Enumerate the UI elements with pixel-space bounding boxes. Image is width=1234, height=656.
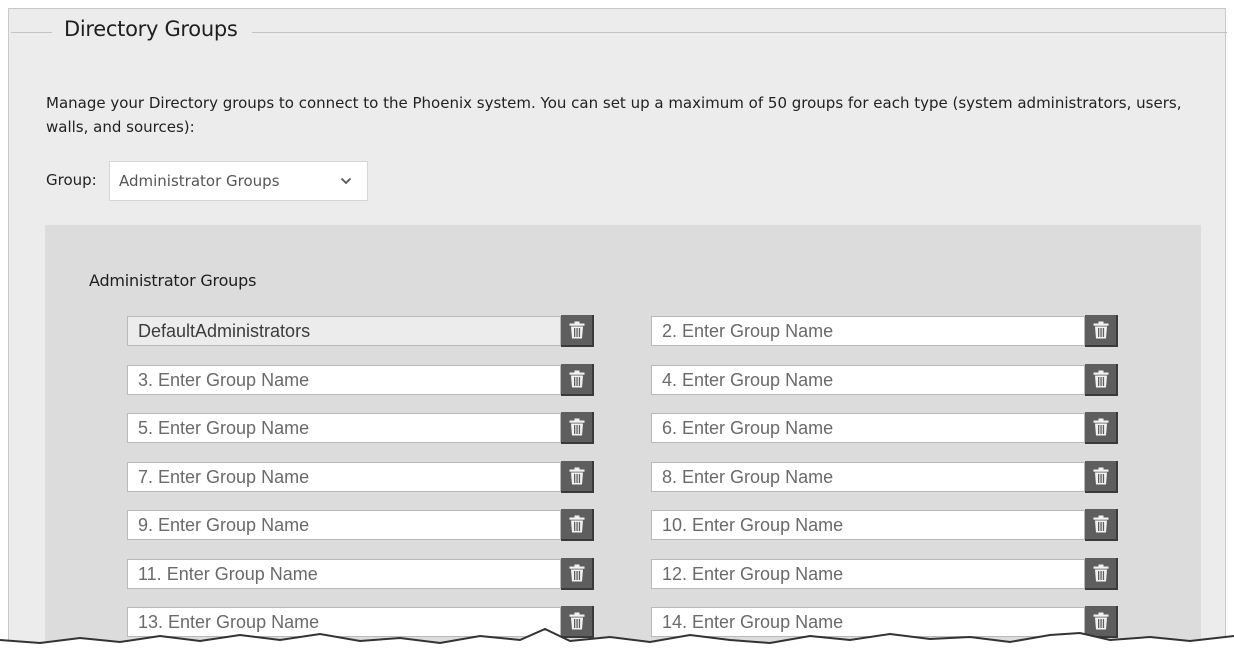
delete-group-button[interactable] (561, 412, 594, 444)
panel-title: Administrator Groups (89, 271, 257, 290)
group-name-placeholder: 8. Enter Group Name (662, 466, 834, 487)
trash-icon (569, 418, 584, 436)
group-select[interactable]: Administrator Groups (109, 161, 368, 201)
section-description: Manage your Directory groups to connect … (46, 94, 1182, 136)
delete-group-button[interactable] (561, 461, 594, 493)
trash-icon (569, 321, 584, 339)
group-label: Group: (46, 171, 97, 189)
trash-icon (1093, 418, 1108, 436)
delete-group-button[interactable] (1085, 509, 1118, 541)
group-name-placeholder: 3. Enter Group Name (138, 369, 310, 390)
group-name-placeholder: 4. Enter Group Name (662, 369, 834, 390)
trash-icon (569, 467, 584, 485)
group-name-input[interactable]: 3. Enter Group Name (127, 365, 561, 395)
delete-group-button[interactable] (561, 558, 594, 590)
section-title: Directory Groups (52, 17, 252, 41)
trash-icon (569, 515, 584, 533)
group-name-placeholder: 5. Enter Group Name (138, 417, 310, 438)
trash-icon (569, 370, 584, 388)
trash-icon (1093, 515, 1108, 533)
group-name-input[interactable]: 6. Enter Group Name (651, 413, 1085, 443)
delete-group-button[interactable] (1085, 461, 1118, 493)
trash-icon (1093, 467, 1108, 485)
delete-group-button[interactable] (1085, 558, 1118, 590)
group-name-placeholder: 10. Enter Group Name (662, 514, 844, 535)
group-name-placeholder: 9. Enter Group Name (138, 514, 310, 535)
delete-group-button[interactable] (1085, 364, 1118, 396)
group-name-input[interactable]: DefaultAdministrators (127, 316, 561, 346)
group-name-input[interactable]: 9. Enter Group Name (127, 510, 561, 540)
group-name-input[interactable]: 4. Enter Group Name (651, 365, 1085, 395)
group-name-input[interactable]: 10. Enter Group Name (651, 510, 1085, 540)
trash-icon (1093, 564, 1108, 582)
group-select-value: Administrator Groups (119, 172, 280, 190)
group-name-input[interactable]: 2. Enter Group Name (651, 316, 1085, 346)
group-name-placeholder: 12. Enter Group Name (662, 563, 844, 584)
group-name-input[interactable]: 11. Enter Group Name (127, 559, 561, 589)
delete-group-button[interactable] (1085, 315, 1118, 347)
torn-edge (0, 627, 1234, 656)
group-name-placeholder: 2. Enter Group Name (662, 320, 834, 341)
group-name-input[interactable]: 12. Enter Group Name (651, 559, 1085, 589)
delete-group-button[interactable] (561, 315, 594, 347)
trash-icon (1093, 370, 1108, 388)
group-name-value: DefaultAdministrators (138, 320, 311, 341)
delete-group-button[interactable] (1085, 412, 1118, 444)
delete-group-button[interactable] (561, 364, 594, 396)
group-name-placeholder: 11. Enter Group Name (138, 563, 318, 584)
group-name-placeholder: 7. Enter Group Name (138, 466, 310, 487)
delete-group-button[interactable] (561, 509, 594, 541)
group-name-input[interactable]: 5. Enter Group Name (127, 413, 561, 443)
chevron-down-icon (340, 177, 352, 185)
trash-icon (1093, 321, 1108, 339)
trash-icon (569, 564, 584, 582)
group-name-placeholder: 6. Enter Group Name (662, 417, 834, 438)
group-name-input[interactable]: 7. Enter Group Name (127, 462, 561, 492)
group-name-input[interactable]: 8. Enter Group Name (651, 462, 1085, 492)
